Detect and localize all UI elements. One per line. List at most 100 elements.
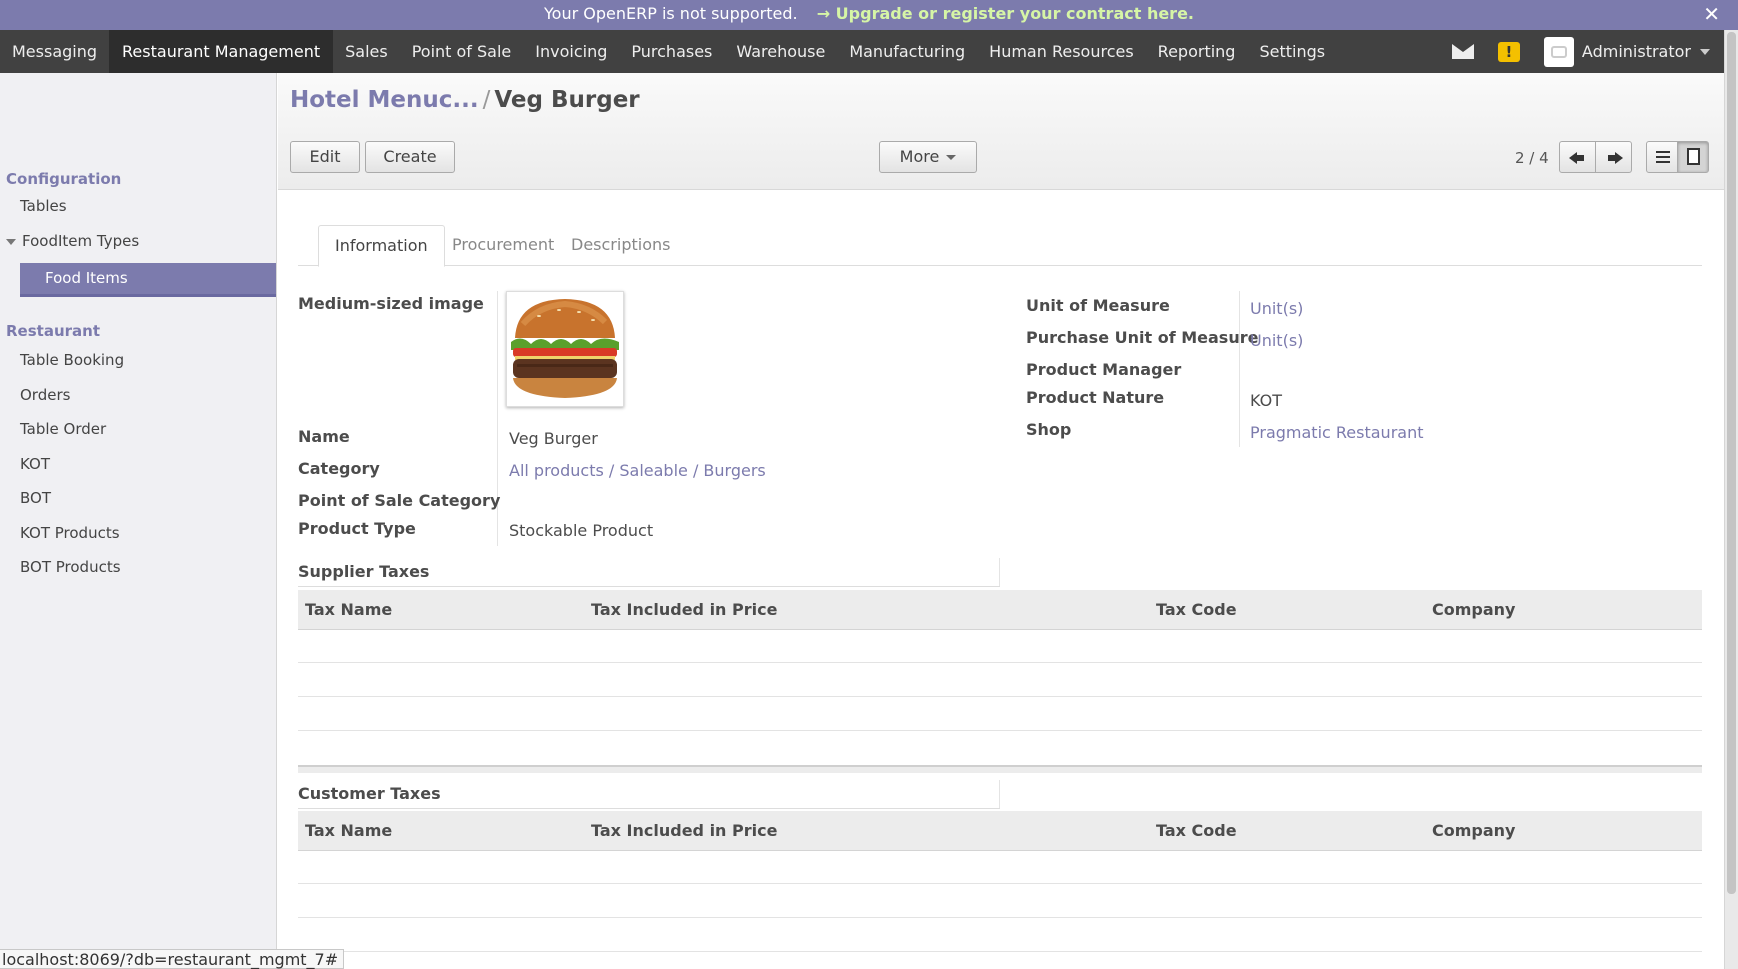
category-link[interactable]: All products / Saleable / Burgers — [509, 461, 766, 480]
menu-human-resources[interactable]: Human Resources — [977, 30, 1146, 73]
sidebar-item-label: FoodItem Types — [22, 232, 140, 250]
create-button[interactable]: Create — [365, 141, 455, 173]
menu-manufacturing[interactable]: Manufacturing — [837, 30, 977, 73]
previous-record-button[interactable] — [1559, 141, 1596, 173]
breadcrumb-separator: / — [482, 87, 491, 113]
product-nature-value: KOT — [1250, 391, 1282, 410]
announcement-text: Your OpenERP is not supported. — [544, 4, 798, 23]
customer-taxes-title: Customer Taxes — [298, 784, 441, 803]
column-header[interactable]: Tax Included in Price — [591, 811, 777, 851]
column-header[interactable]: Tax Name — [305, 590, 392, 630]
table-footer — [298, 765, 1702, 773]
tab-procurement[interactable]: Procurement — [436, 225, 570, 266]
divider — [999, 780, 1000, 808]
sidebar-item-bot-products[interactable]: BOT Products — [20, 558, 121, 576]
sidebar-item-tables[interactable]: Tables — [20, 197, 67, 215]
menu-restaurant-management[interactable]: Restaurant Management — [109, 30, 334, 73]
column-header[interactable]: Tax Name — [305, 811, 392, 851]
table-row — [298, 850, 1702, 884]
mail-icon[interactable] — [1451, 44, 1474, 59]
list-view-button[interactable] — [1646, 141, 1678, 173]
menu-purchases[interactable]: Purchases — [619, 30, 724, 73]
supplier-taxes-header: Tax Name Tax Included in Price Tax Code … — [298, 590, 1702, 630]
sidebar-item-bot[interactable]: BOT — [20, 489, 51, 507]
arrow-right-icon — [1608, 152, 1623, 164]
column-header[interactable]: Company — [1432, 811, 1515, 851]
menu-warehouse[interactable]: Warehouse — [724, 30, 837, 73]
user-menu[interactable]: Administrator — [1582, 42, 1691, 61]
menu-messaging[interactable]: Messaging — [0, 30, 109, 73]
sidebar: Configuration Tables FoodItem Types Food… — [0, 73, 277, 969]
user-area: ! Administrator — [1451, 30, 1724, 73]
column-header[interactable]: Tax Included in Price — [591, 590, 777, 630]
sidebar-item-fooditem-types[interactable]: FoodItem Types — [6, 232, 139, 250]
name-value: Veg Burger — [509, 429, 598, 448]
menu-point-of-sale[interactable]: Point of Sale — [400, 30, 524, 73]
edit-button[interactable]: Edit — [290, 141, 360, 173]
chevron-down-icon[interactable] — [1700, 48, 1710, 55]
table-row — [298, 918, 1702, 952]
avatar[interactable] — [1543, 36, 1574, 67]
name-label: Name — [298, 427, 350, 446]
tab-descriptions[interactable]: Descriptions — [555, 225, 686, 266]
product-image[interactable] — [506, 291, 624, 407]
breadcrumb-parent[interactable]: Hotel Menuc... — [290, 87, 479, 113]
status-bar-url: localhost:8069/?db=restaurant_mgmt_7# — [0, 949, 345, 969]
arrow-left-icon — [1569, 152, 1584, 164]
menu-reporting[interactable]: Reporting — [1146, 30, 1248, 73]
upgrade-link[interactable]: → Upgrade or register your contract here… — [817, 4, 1194, 23]
breadcrumb: Hotel Menuc... / Veg Burger — [290, 87, 640, 113]
sidebar-item-food-items[interactable]: Food Items — [20, 263, 276, 297]
shop-link[interactable]: Pragmatic Restaurant — [1250, 423, 1424, 442]
category-label: Category — [298, 459, 380, 478]
caret-down-icon — [6, 238, 16, 245]
uom-link[interactable]: Unit(s) — [1250, 299, 1303, 318]
page-scrollbar[interactable] — [1724, 30, 1738, 969]
menu-sales[interactable]: Sales — [333, 30, 400, 73]
column-divider — [1239, 291, 1240, 447]
table-row — [298, 663, 1702, 697]
page-title: Veg Burger — [494, 87, 640, 113]
customer-taxes-header: Tax Name Tax Included in Price Tax Code … — [298, 811, 1702, 851]
control-panel: Hotel Menuc... / Veg Burger Edit Create Mo… — [278, 73, 1724, 190]
sidebar-section-restaurant: Restaurant — [6, 322, 100, 340]
table-row — [298, 697, 1702, 731]
sidebar-item-kot[interactable]: KOT — [20, 455, 50, 473]
purchase-uom-link[interactable]: Unit(s) — [1250, 331, 1303, 350]
more-label: More — [899, 147, 940, 166]
uom-label: Unit of Measure — [1026, 296, 1170, 315]
table-row — [298, 884, 1702, 918]
column-header[interactable]: Tax Code — [1156, 811, 1237, 851]
tab-information[interactable]: Information — [318, 225, 445, 267]
announcement-bar: Your OpenERP is not supported. → Upgrade… — [0, 0, 1738, 30]
product-manager-label: Product Manager — [1026, 360, 1182, 379]
divider — [298, 586, 1000, 587]
sidebar-item-kot-products[interactable]: KOT Products — [20, 524, 120, 542]
product-type-value: Stockable Product — [509, 521, 654, 540]
product-type-label: Product Type — [298, 519, 416, 538]
menu-invoicing[interactable]: Invoicing — [523, 30, 619, 73]
supplier-taxes-title: Supplier Taxes — [298, 562, 430, 581]
warning-icon[interactable]: ! — [1497, 41, 1520, 62]
sidebar-item-table-booking[interactable]: Table Booking — [20, 351, 124, 369]
pager-value: 2 / 4 — [1515, 149, 1549, 167]
form-view-button[interactable] — [1677, 141, 1709, 173]
form-icon — [1687, 148, 1700, 165]
image-label: Medium-sized image — [298, 294, 484, 313]
form-tabs: Information Procurement Descriptions — [298, 225, 1702, 267]
sidebar-section-configuration: Configuration — [6, 170, 122, 188]
menu-settings[interactable]: Settings — [1247, 30, 1337, 73]
sidebar-item-orders[interactable]: Orders — [20, 386, 70, 404]
product-nature-label: Product Nature — [1026, 388, 1165, 407]
column-header[interactable]: Company — [1432, 590, 1515, 630]
sidebar-item-table-order[interactable]: Table Order — [20, 420, 106, 438]
divider — [298, 808, 1000, 809]
close-icon[interactable]: ✕ — [1703, 0, 1720, 28]
scrollbar-thumb[interactable] — [1727, 32, 1736, 894]
pos-category-label: Point of Sale Category — [298, 491, 501, 510]
next-record-button[interactable] — [1595, 141, 1632, 173]
column-header[interactable]: Tax Code — [1156, 590, 1237, 630]
burger-image — [509, 294, 621, 404]
app-menu: Messaging Restaurant Management Sales Po… — [0, 30, 1337, 73]
more-button[interactable]: More — [879, 141, 977, 173]
